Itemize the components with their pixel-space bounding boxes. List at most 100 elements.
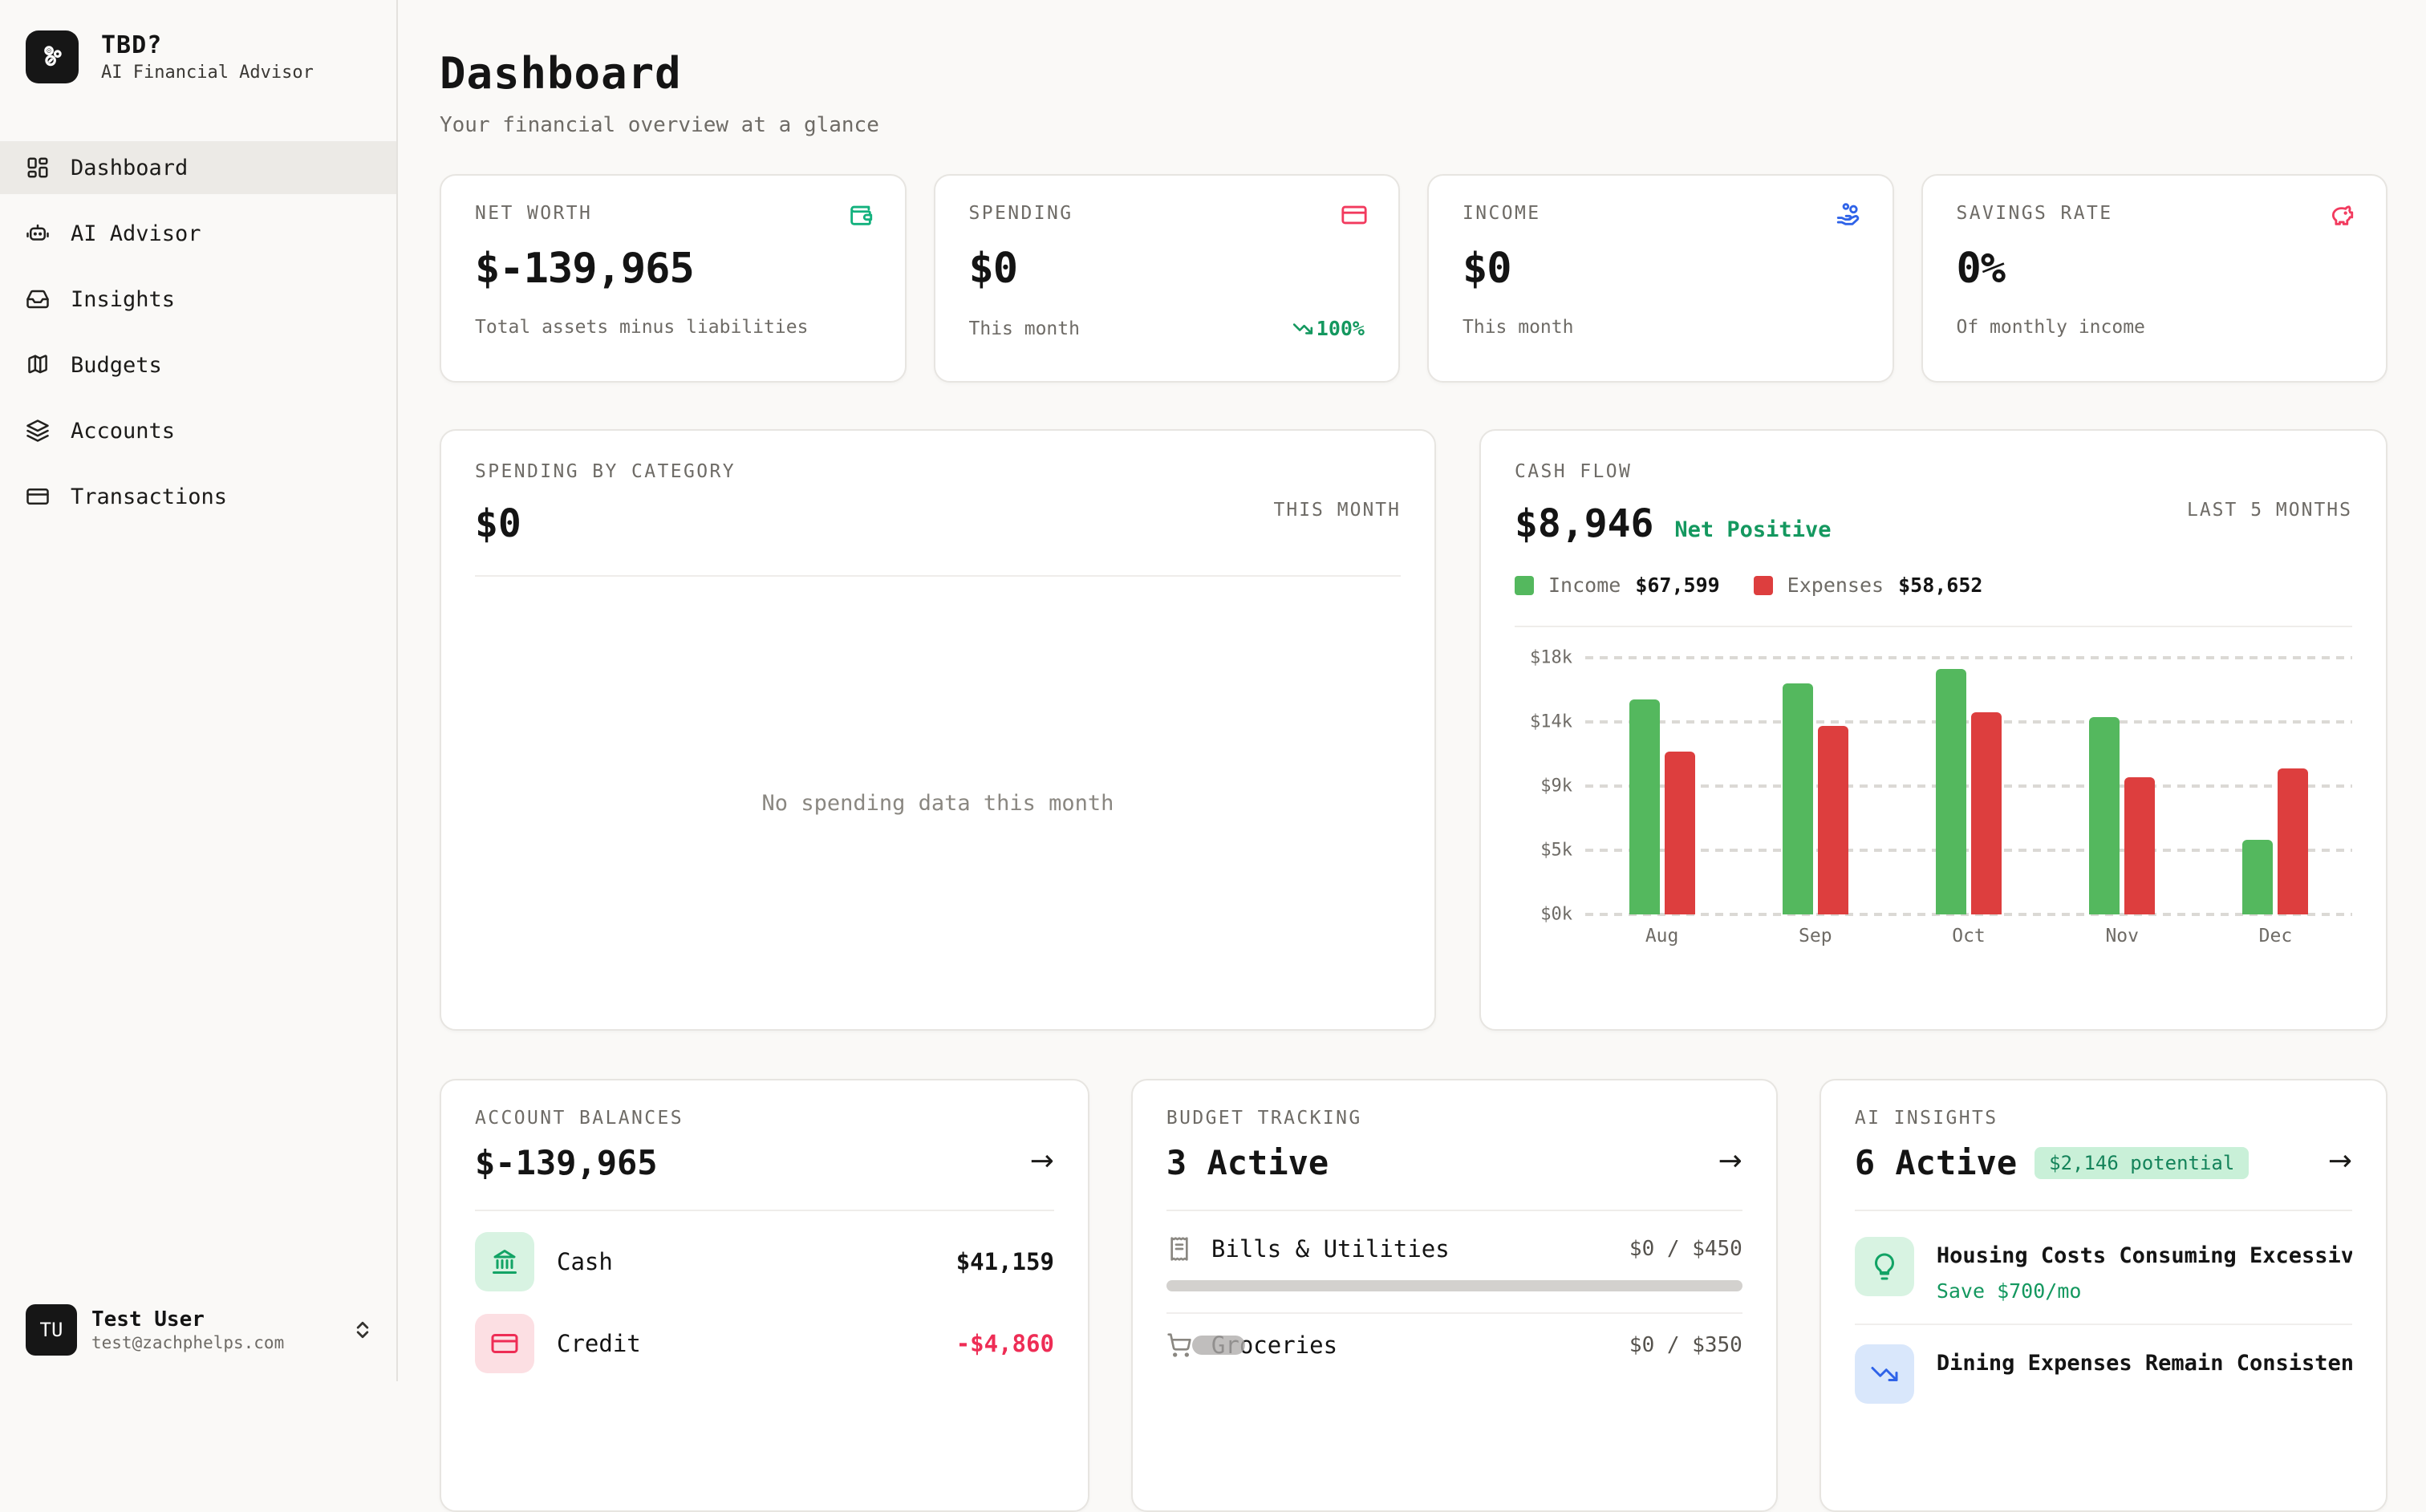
savings-potential-badge: $2,146 potential [2035,1147,2249,1179]
wallet-icon [847,201,874,229]
bot-icon [26,221,50,245]
chart-legend: Income $67,599 Expenses $58,652 [1515,574,2352,597]
cash-flow-value: $8,946 [1515,501,1653,546]
account-value: $41,159 [956,1248,1054,1275]
credit-card-icon [475,1314,534,1373]
card-value: 6 Active [1855,1143,2017,1182]
insight-item-housing[interactable]: Housing Costs Consuming Excessive I… Sav… [1855,1218,2352,1325]
income-bar [1936,669,1966,914]
arrow-right-icon[interactable]: → [1718,1145,1742,1178]
y-tick-label: $9k [1540,776,1572,797]
bar-group-sep [1738,658,1892,914]
hand-coins-icon [1835,201,1862,229]
chart-x-axis: AugSepOctNovDec [1585,926,2352,947]
sidebar-nav: Dashboard AI Advisor Insights [0,141,396,536]
insight-title: Housing Costs Consuming Excessive I… [1937,1243,2352,1268]
income-legend-swatch [1515,576,1534,595]
shopping-cart-icon [1166,1332,1192,1358]
sidebar-item-dashboard[interactable]: Dashboard [0,141,396,194]
bar-group-dec [2199,658,2352,914]
cash-flow-chart: $18k$14k$9k$5k$0k AugSepOctNovDec [1481,627,2386,1029]
trending-down-icon [1292,318,1313,339]
arrow-right-icon[interactable]: → [1030,1145,1054,1178]
layers-icon [26,419,50,443]
budget-amounts: $0 / $450 [1629,1237,1742,1261]
budget-name: Groceries [1211,1332,1337,1359]
user-name: Test User [91,1307,284,1332]
income-bar [2242,840,2273,914]
page-title: Dashboard [440,48,2387,99]
budget-item-bills[interactable]: Bills & Utilities $0 / $450 [1166,1218,1742,1314]
stat-value: $-139,965 [475,245,871,293]
spending-trend: 100% [1292,317,1365,340]
legend-value: $67,599 [1635,574,1719,597]
insight-savings: Save $700/mo [1937,1279,2352,1303]
dashboard-grid-icon [26,156,50,180]
period-label: LAST 5 MONTHS [2187,500,2352,521]
stat-value: 0% [1957,245,2353,293]
card-label: AI INSIGHTS [1855,1108,2352,1129]
expenses-bar [1971,712,2002,914]
savings-rate-card: SAVINGS RATE 0% Of monthly income [1921,174,2388,383]
stat-subtext: Total assets minus liabilities [475,317,808,338]
y-tick-label: $5k [1540,841,1572,861]
insight-item-dining[interactable]: Dining Expenses Remain Consistently… [1855,1325,2352,1425]
sidebar-item-transactions[interactable]: Transactions [0,470,396,523]
legend-name: Expenses [1787,574,1884,597]
x-tick-label: Aug [1585,926,1738,947]
x-tick-label: Sep [1738,926,1892,947]
empty-state-message: No spending data this month [762,791,1114,816]
account-row-cash[interactable]: Cash $41,159 [475,1224,1054,1299]
card-value: $-139,965 [475,1143,658,1182]
redaction-artifact [1192,1336,1245,1355]
stat-label: SPENDING [969,203,1365,224]
page-subtitle: Your financial overview at a glance [440,113,2387,137]
card-label: ACCOUNT BALANCES [475,1108,1054,1129]
card-value: 3 Active [1166,1143,1329,1182]
receipt-icon [1166,1236,1192,1262]
insight-title: Dining Expenses Remain Consistently… [1937,1351,2352,1376]
chart-plot-area [1585,658,2352,914]
cash-flow-status: Net Positive [1674,517,1831,542]
cash-flow-card: CASH FLOW LAST 5 MONTHS $8,946 Net Posit… [1479,429,2387,1031]
stat-label: INCOME [1462,203,1859,224]
app-logo: TBD? AI Financial Advisor [0,0,396,99]
account-row-credit[interactable]: Credit -$4,860 [475,1306,1054,1381]
sidebar-item-label: AI Advisor [71,221,201,246]
sidebar-item-label: Dashboard [71,156,188,180]
y-tick-label: $0k [1540,905,1572,925]
stat-subtext: Of monthly income [1957,317,2145,338]
app-logo-icon [26,30,79,83]
stat-label: SAVINGS RATE [1957,203,2353,224]
expenses-legend-swatch [1754,576,1773,595]
sidebar-item-budgets[interactable]: Budgets [0,338,396,391]
stat-value: $0 [969,245,1365,293]
account-name: Cash [557,1248,613,1275]
sidebar-item-label: Budgets [71,353,162,378]
budget-item-groceries[interactable]: Groceries $0 / $350 [1166,1314,1742,1359]
account-name: Credit [557,1330,641,1357]
expenses-bar [2124,777,2155,914]
sidebar-item-label: Transactions [71,484,227,509]
income-bar [2089,717,2120,914]
bank-icon [475,1232,534,1291]
income-card: INCOME $0 This month [1427,174,1894,383]
period-label: THIS MONTH [1274,500,1401,521]
card-label: BUDGET TRACKING [1166,1108,1742,1129]
card-label: CASH FLOW [1515,461,2352,482]
sidebar-item-accounts[interactable]: Accounts [0,404,396,457]
user-menu[interactable]: TU Test User test@zachphelps.com [0,1285,396,1381]
sidebar: TBD? AI Financial Advisor Dashboard AI A… [0,0,398,1381]
sidebar-item-insights[interactable]: Insights [0,273,396,326]
map-icon [26,353,50,377]
middle-row: SPENDING BY CATEGORY THIS MONTH $0 No sp… [440,429,2387,1031]
x-tick-label: Oct [1892,926,2045,947]
card-label: SPENDING BY CATEGORY [475,461,1401,482]
expenses-bar [1665,752,1695,914]
spending-card: SPENDING $0 This month 100% [934,174,1401,383]
sidebar-item-ai-advisor[interactable]: AI Advisor [0,207,396,260]
bar-group-aug [1585,658,1738,914]
avatar: TU [26,1304,77,1356]
arrow-right-icon[interactable]: → [2328,1145,2352,1178]
stat-subtext: This month [969,318,1080,339]
